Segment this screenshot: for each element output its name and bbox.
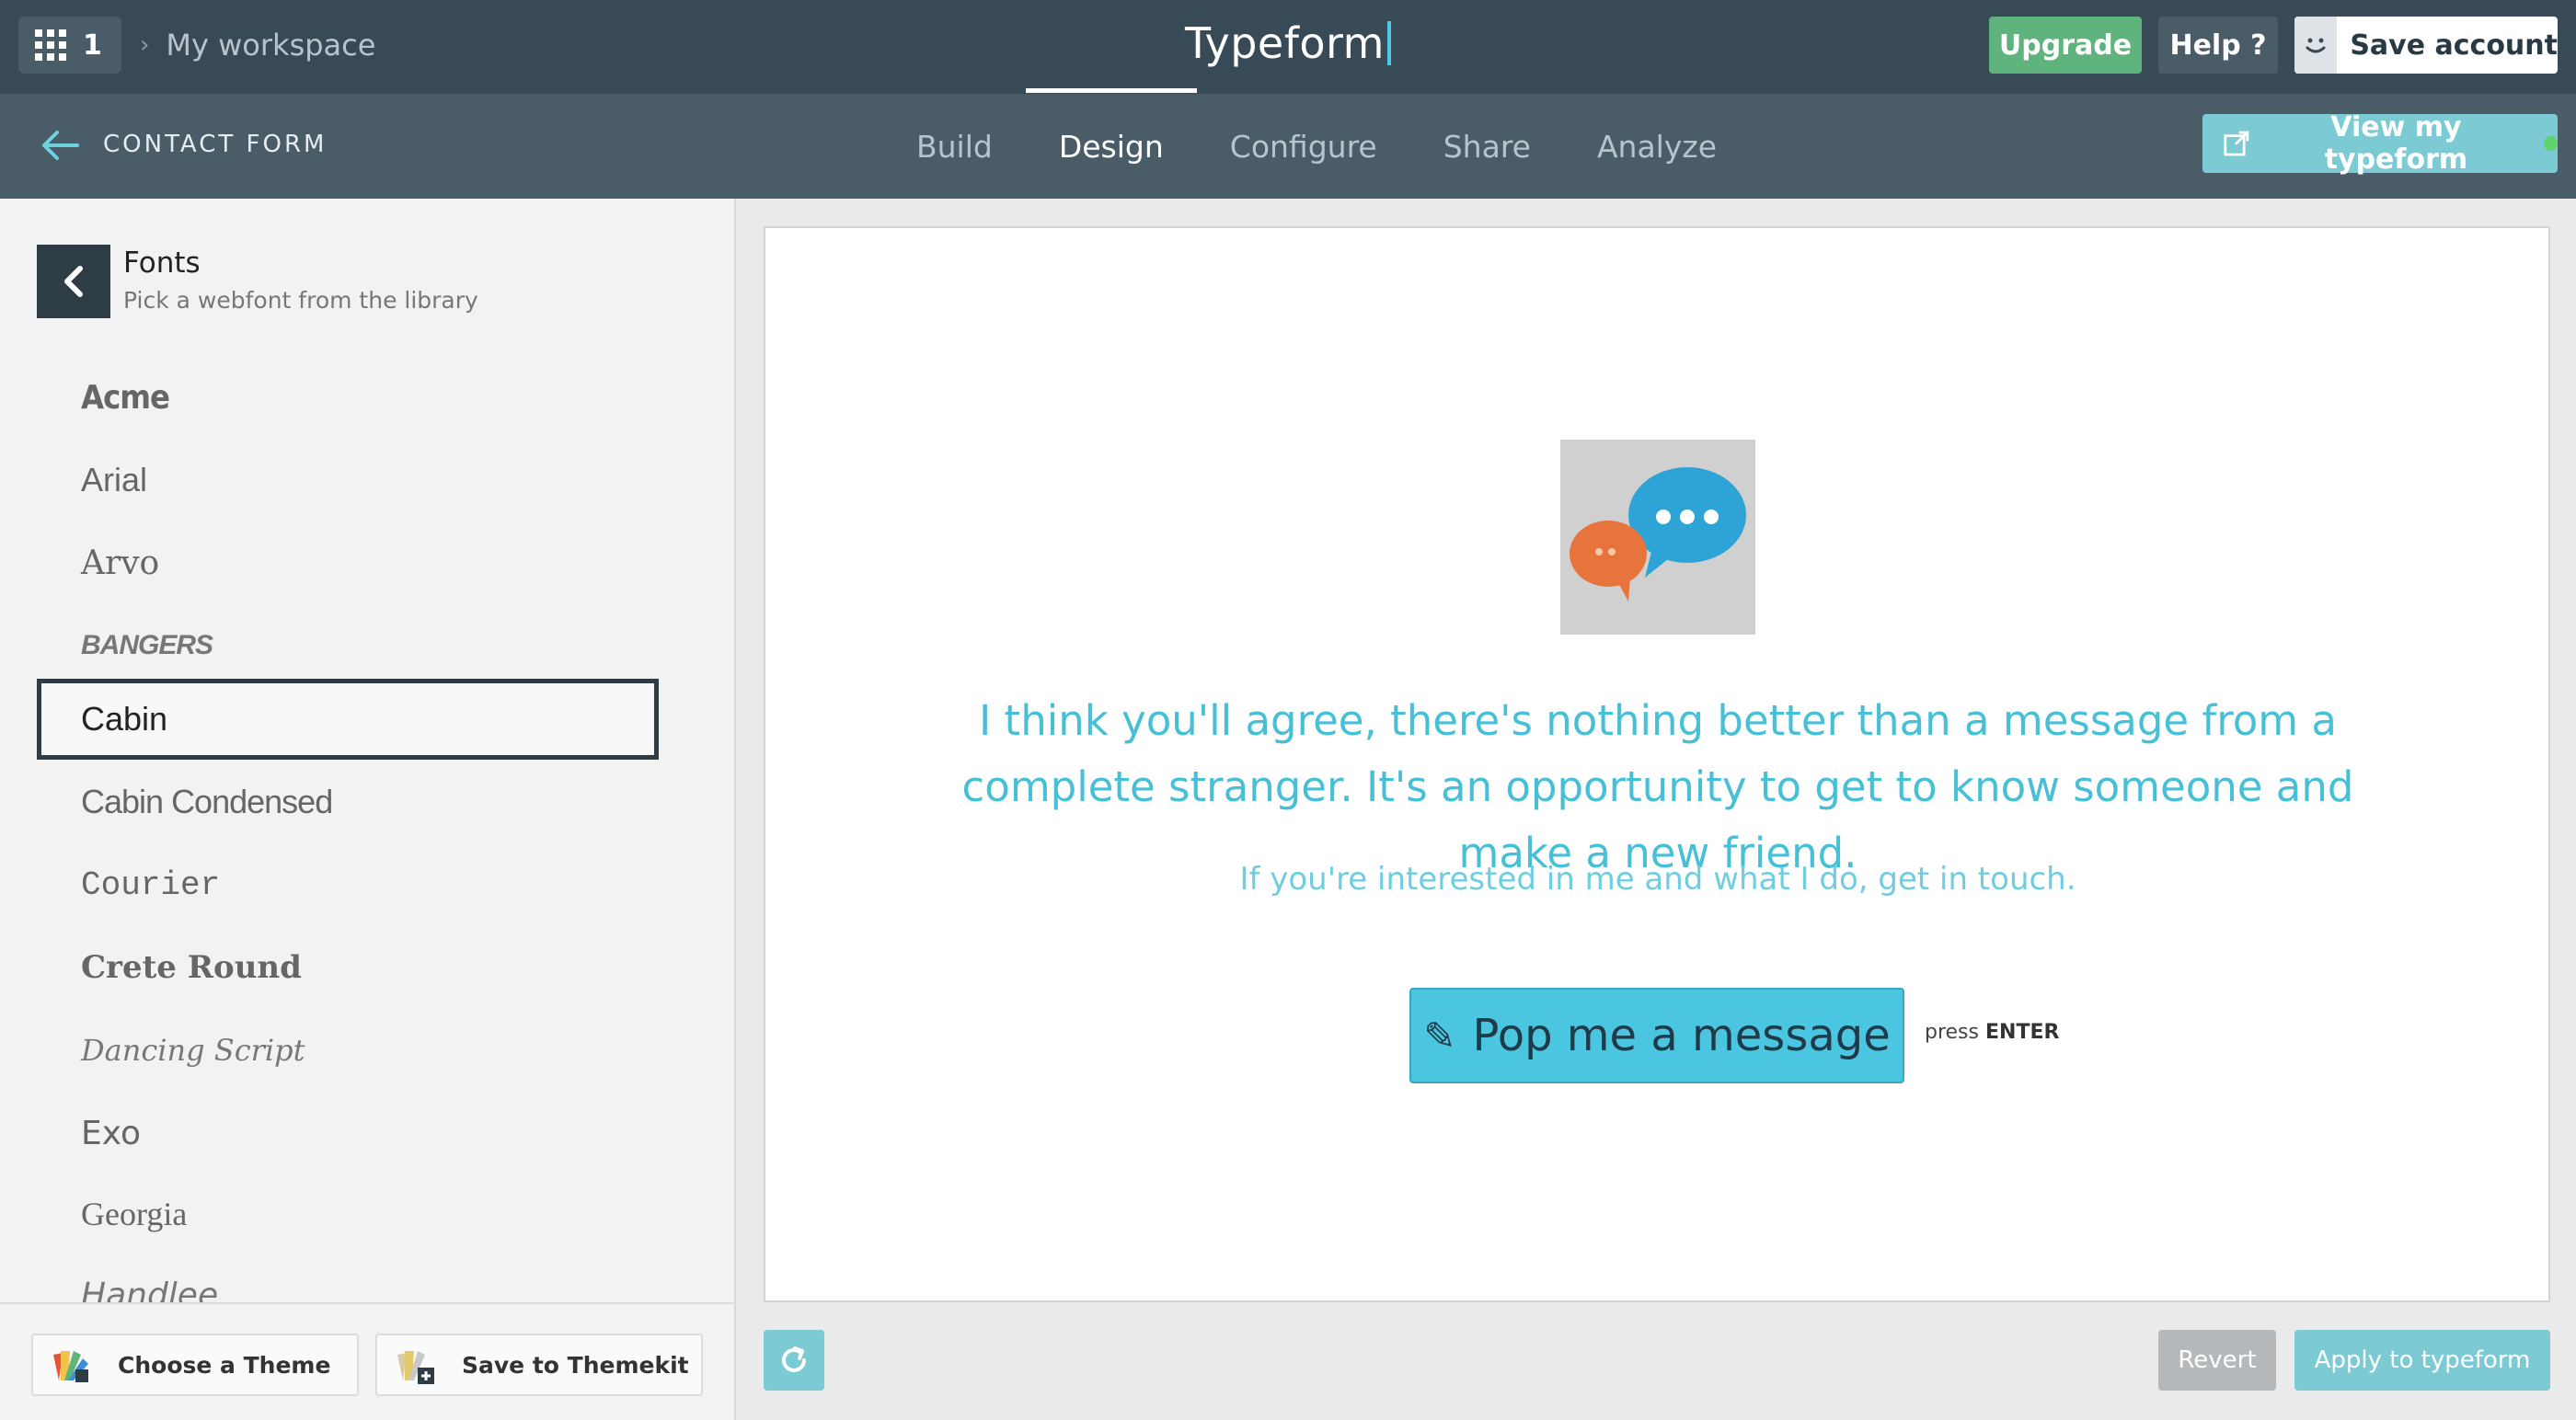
save-account-button[interactable]: Save account: [2294, 17, 2558, 74]
help-button[interactable]: Help ?: [2158, 17, 2278, 74]
apply-to-typeform-button[interactable]: Apply to typeform: [2294, 1330, 2550, 1391]
chevron-left-icon: [64, 266, 83, 297]
panel-footer: Choose a Theme Save to Themekit: [0, 1302, 734, 1420]
revert-button[interactable]: Revert: [2158, 1330, 2276, 1391]
font-option-cabin[interactable]: Cabin: [37, 679, 659, 760]
form-name: CONTACT FORM: [103, 131, 328, 158]
welcome-submessage: If you're interested in me and what I do…: [1239, 861, 2076, 898]
breadcrumb[interactable]: › My workspace: [140, 28, 375, 63]
chevron-right-icon: ›: [140, 31, 150, 59]
panel-header: Fonts Pick a webfont from the library: [37, 245, 478, 318]
font-option-arvo[interactable]: Arvo: [37, 522, 659, 603]
panel-title: Fonts: [123, 246, 201, 280]
font-option-georgia[interactable]: Georgia: [37, 1174, 659, 1254]
tab-analyze[interactable]: Analyze: [1564, 94, 1750, 199]
choose-theme-label: Choose a Theme: [118, 1351, 331, 1379]
tab-share[interactable]: Share: [1410, 94, 1564, 199]
font-option-arial[interactable]: Arial: [37, 440, 659, 521]
view-typeform-label: View my typeform: [2324, 111, 2468, 176]
pop-message-button[interactable]: ✎ Pop me a message: [1409, 988, 1904, 1083]
font-option-cabin-condensed[interactable]: Cabin Condensed: [37, 762, 659, 842]
tab-build[interactable]: Build: [883, 94, 1026, 199]
choose-theme-button[interactable]: Choose a Theme: [31, 1334, 359, 1396]
top-bar: 1 › My workspace Typeform Upgrade Help ?…: [0, 0, 2576, 94]
form-nav-bar: CONTACT FORM Build Design Configure Shar…: [0, 88, 2576, 199]
grid-icon: [35, 29, 66, 61]
panel-subtitle: Pick a webfont from the library: [123, 287, 478, 314]
font-option-bangers[interactable]: BANGERS: [37, 605, 659, 686]
font-option-handlee[interactable]: Handlee: [37, 1254, 659, 1303]
font-option-courier[interactable]: Courier: [37, 844, 659, 925]
font-option-acme[interactable]: Acme: [37, 357, 659, 438]
pop-message-label: Pop me a message: [1472, 1010, 1891, 1061]
typeform-preview: I think you'll agree, there's nothing be…: [764, 226, 2550, 1302]
tab-design[interactable]: Design: [1025, 88, 1197, 199]
design-sidebar: Fonts Pick a webfont from the library Ac…: [0, 199, 736, 1420]
breadcrumb-workspace[interactable]: My workspace: [166, 28, 375, 63]
view-typeform-button[interactable]: View my typeform: [2202, 111, 2558, 176]
workspace-count: 1: [83, 29, 102, 62]
tab-bar: Build Design Configure Share Analyze: [883, 88, 1750, 199]
tab-configure[interactable]: Configure: [1197, 94, 1410, 199]
refresh-button[interactable]: [764, 1330, 824, 1391]
chat-bubbles-icon: [1560, 440, 1755, 635]
refresh-icon: [782, 1346, 806, 1372]
save-to-themekit-button[interactable]: Save to Themekit: [375, 1334, 703, 1396]
welcome-message: I think you'll agree, there's nothing be…: [961, 696, 2354, 877]
save-to-themekit-label: Save to Themekit: [462, 1351, 689, 1379]
press-enter-hint: press ENTER: [1925, 1021, 2060, 1044]
arrow-left-icon[interactable]: [37, 127, 83, 167]
live-status-dot: [2544, 136, 2558, 151]
font-option-exo[interactable]: Exo: [37, 1093, 659, 1174]
theme-swatch-icon: [53, 1351, 88, 1382]
smiley-icon: [2294, 17, 2338, 74]
panel-back-button[interactable]: [37, 245, 110, 318]
pencil-icon: ✎: [1423, 1013, 1456, 1059]
font-option-dancing-script[interactable]: Dancing Script: [37, 1010, 659, 1091]
font-option-crete-round[interactable]: Crete Round: [37, 927, 659, 1008]
themekit-add-icon: [397, 1351, 434, 1384]
apps-menu-button[interactable]: 1: [18, 17, 121, 74]
external-link-icon: [2224, 131, 2249, 156]
save-account-label: Save account: [2350, 29, 2558, 62]
upgrade-button[interactable]: Upgrade: [1989, 17, 2142, 74]
font-list[interactable]: Acme Arial Arvo BANGERS Cabin Cabin Cond…: [0, 357, 734, 1302]
